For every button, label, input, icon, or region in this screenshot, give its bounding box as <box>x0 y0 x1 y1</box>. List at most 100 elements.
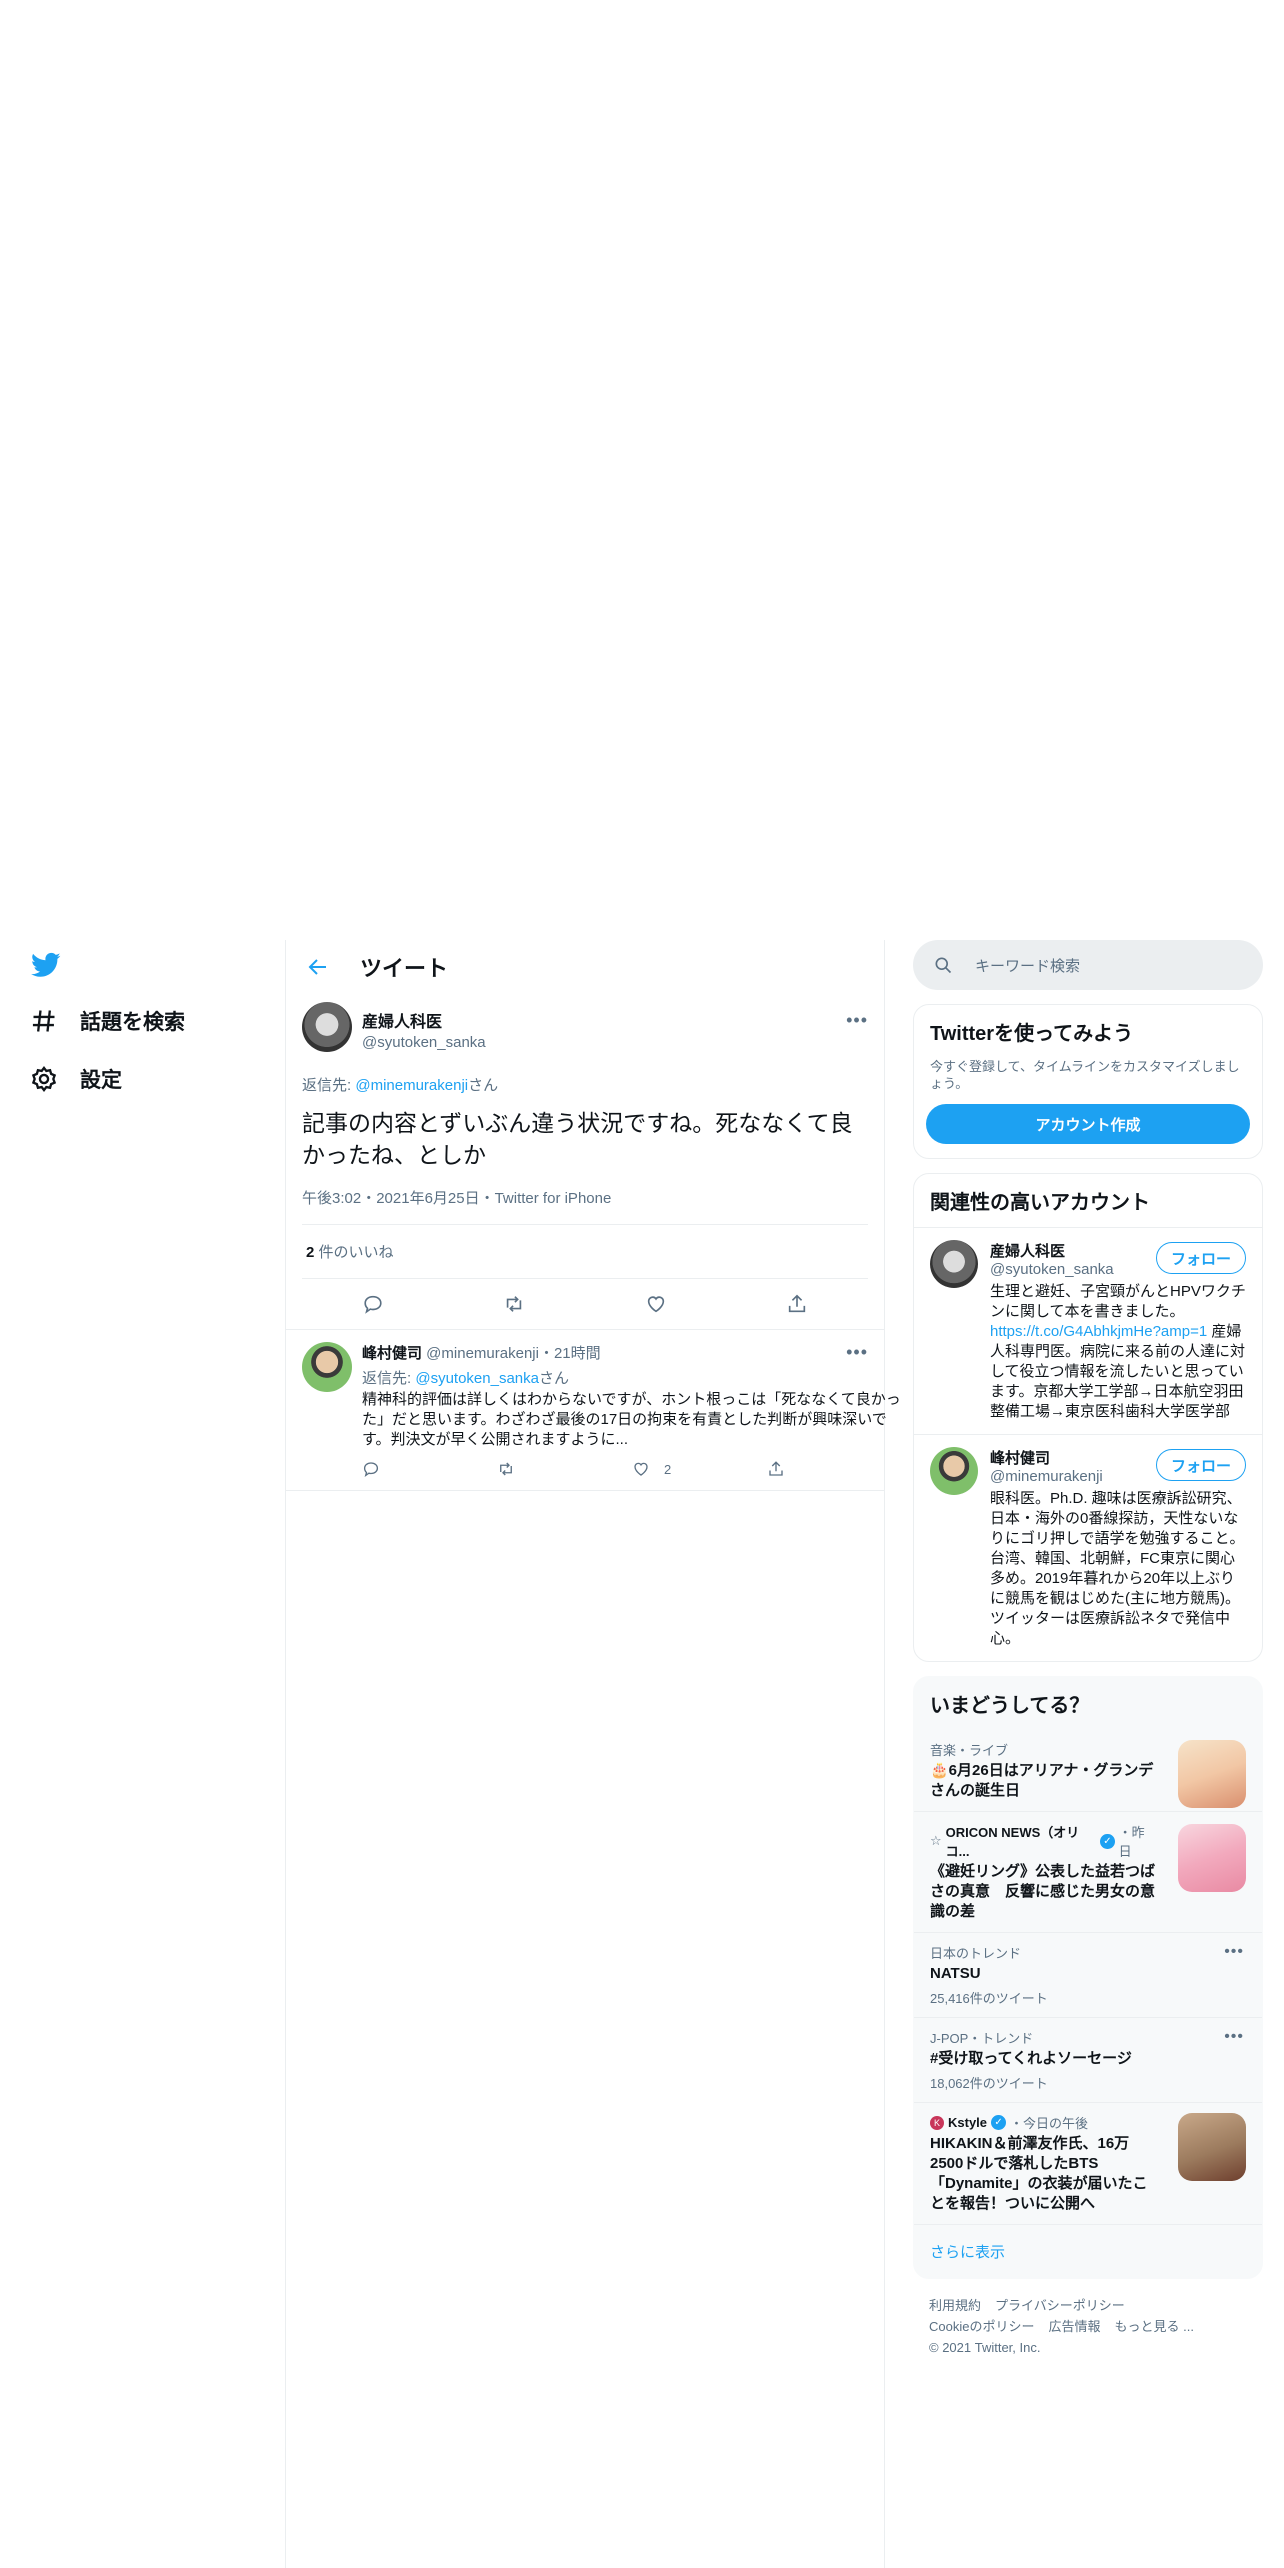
follow-button[interactable]: フォロー <box>1155 1242 1246 1274</box>
avatar[interactable] <box>930 1240 978 1288</box>
search-icon <box>935 957 952 974</box>
reply-button[interactable] <box>362 1460 497 1478</box>
reply-actions: 2 <box>362 1460 902 1478</box>
sidebar: キーワード検索 Twitterを使ってみよう 今すぐ登録して、タイムラインをカス… <box>913 940 1263 2374</box>
nav-settings[interactable]: 設定 <box>30 1064 122 1094</box>
more-options-icon[interactable]: ••• <box>1224 1943 1244 1961</box>
tweet-timestamp[interactable]: 午後3:02・2021年6月25日・Twitter for iPhone <box>302 1187 868 1225</box>
footer: 利用規約 プライバシーポリシー Cookieのポリシー 広告情報 もっと見る ... … <box>913 2279 1263 2374</box>
trend-context: 日本のトレンド <box>930 1946 1022 1961</box>
show-more-link[interactable]: さらに表示 <box>914 2224 1262 2278</box>
create-account-button[interactable]: アカウント作成 <box>926 1104 1250 1144</box>
reply-to-link[interactable]: @minemurakenji <box>355 1077 468 1094</box>
retweet-icon <box>500 1462 512 1476</box>
author-handle[interactable]: @syutoken_sanka <box>362 1034 486 1051</box>
like-icon[interactable] <box>645 1293 667 1315</box>
like-button[interactable]: 2 <box>632 1460 767 1478</box>
footer-link[interactable]: Cookieのポリシー <box>929 2319 1034 2334</box>
likes-label: 件のいいね <box>314 1244 394 1261</box>
trend-source: Kstyle <box>948 2115 988 2130</box>
likes-count[interactable]: 2 件のいいね <box>302 1225 868 1279</box>
trend-item[interactable]: ☆ ORICON NEWS（オリコ... ✓ ・昨日 《避妊リング》公表した益若つばさ… <box>914 1811 1262 1932</box>
signup-title: Twitterを使ってみよう <box>930 1023 1134 1045</box>
back-arrow-icon[interactable] <box>306 955 330 979</box>
reply-suffix: さん <box>468 1077 499 1094</box>
bio-link[interactable]: https://t.co/G4AbhkjmHe?amp=1 <box>990 1323 1207 1340</box>
verified-icon: ✓ <box>991 2115 1007 2130</box>
search-box[interactable]: キーワード検索 <box>913 940 1263 990</box>
reply-author-name[interactable]: 峰村健司 <box>362 1345 422 1362</box>
reply-author-line: 峰村健司 @minemurakenji・21時間 <box>362 1342 902 1363</box>
trend-time: ・今日の午後 <box>1010 2116 1089 2131</box>
reply-tweet[interactable]: 峰村健司 @minemurakenji・21時間 返信先: @syutoken_… <box>286 1330 901 1491</box>
reply-text: 精神科的評価は詳しくはわからないですが、ホント根っこは「死ななくて良かった」だと… <box>362 1391 901 1448</box>
author-name[interactable]: 産婦人科医 <box>362 1008 486 1032</box>
copyright: © 2021 Twitter, Inc. <box>929 2340 1041 2355</box>
footer-link[interactable]: もっと見る ... <box>1114 2319 1193 2334</box>
trend-title: NATSU <box>930 1965 981 1982</box>
account-item[interactable]: 峰村健司 @minemurakenji 眼科医。Ph.D. 趣味は医療訴訟研究、… <box>914 1434 1262 1661</box>
tweet-author-row: 産婦人科医 @syutoken_sanka ••• <box>302 1002 868 1058</box>
tweet-text: 記事の内容とずいぶん違う状況ですね。死ななくて良かったね、としか <box>302 1110 853 1168</box>
reply-prefix: 返信先: <box>302 1077 356 1094</box>
avatar[interactable] <box>302 1002 352 1052</box>
retweet-button[interactable] <box>497 1460 632 1478</box>
trend-item[interactable]: J-POP・トレンド #受け取ってくれよソーセージ 18,062件のツイート •… <box>914 2017 1262 2102</box>
main-tweet: 産婦人科医 @syutoken_sanka ••• 返信先: @minemura… <box>286 994 884 1330</box>
like-icon <box>634 1462 648 1476</box>
share-button[interactable] <box>767 1460 902 1478</box>
more-options-icon[interactable]: ••• <box>846 1342 868 1363</box>
avatar[interactable] <box>930 1447 978 1495</box>
reply-icon[interactable] <box>362 1293 384 1315</box>
footer-link[interactable]: プライバシーポリシー <box>995 2298 1125 2313</box>
nav-explore-label: 話題を検索 <box>80 1011 185 1034</box>
trend-context: K Kstyle ✓ ・今日の午後 <box>930 2113 1156 2132</box>
trend-thumbnail <box>1178 2113 1246 2181</box>
reply-to-link[interactable]: @syutoken_sanka <box>415 1370 539 1387</box>
share-icon[interactable] <box>786 1293 808 1315</box>
trend-source: ORICON NEWS（オリコ... <box>945 1825 1080 1859</box>
trend-title: 🎂6月26日はアリアナ・グランデさんの誕生日 <box>930 1762 1154 1799</box>
relevant-accounts-card: 関連性の高いアカウント 産婦人科医 @syutoken_sanka 生理と避妊、… <box>913 1173 1263 1662</box>
nav-explore[interactable]: 話題を検索 <box>30 1006 185 1036</box>
reply-prefix: 返信先: <box>362 1370 416 1387</box>
trend-count: 18,062件のツイート <box>930 2076 1048 2091</box>
news-icon: ☆ <box>930 1833 942 1848</box>
gear-icon <box>31 1066 57 1092</box>
trend-thumbnail <box>1178 1824 1246 1892</box>
twitter-logo-icon[interactable] <box>30 950 62 980</box>
signup-card: Twitterを使ってみよう 今すぐ登録して、タイムラインをカスタマイズしましょ… <box>913 1004 1263 1159</box>
more-options-icon[interactable]: ••• <box>1224 2028 1244 2046</box>
trend-time: ・昨日 <box>1118 1825 1145 1859</box>
more-options-icon[interactable]: ••• <box>846 1010 868 1031</box>
column-header: ツイート <box>286 940 884 994</box>
trend-item[interactable]: 音楽・ライブ 🎂6月26日はアリアナ・グランデさんの誕生日 <box>914 1730 1262 1811</box>
follow-button[interactable]: フォロー <box>1155 1449 1246 1481</box>
trend-item[interactable]: K Kstyle ✓ ・今日の午後 HIKAKIN＆前澤友作氏、16万2500ドルで落… <box>914 2102 1262 2224</box>
signup-subtitle: 今すぐ登録して、タイムラインをカスタマイズしましょう。 <box>930 1059 1240 1091</box>
trend-title: 《避妊リング》公表した益若つばさの真意 反響に感じた男女の意識の差 <box>930 1863 1156 1920</box>
relevant-title: 関連性の高いアカウント <box>930 1192 1150 1214</box>
account-bio: 生理と避妊、子宮頸がんとHPVワクチンに関して本を書きました。 https://t… <box>990 1282 1246 1422</box>
trend-context: ☆ ORICON NEWS（オリコ... ✓ ・昨日 <box>930 1822 1156 1860</box>
account-bio: 眼科医。Ph.D. 趣味は医療訴訟研究、日本・海外の0番線探訪，天性ないなりにゴ… <box>990 1490 1245 1647</box>
trends-card: いまどうしてる？ 音楽・ライブ 🎂6月26日はアリアナ・グランデさんの誕生日 ☆… <box>913 1676 1263 2279</box>
reply-to-line: 返信先: @syutoken_sankaさん <box>362 1367 902 1388</box>
account-item[interactable]: 産婦人科医 @syutoken_sanka 生理と避妊、子宮頸がんとHPVワクチ… <box>914 1227 1262 1434</box>
footer-link[interactable]: 利用規約 <box>929 2298 981 2313</box>
footer-link[interactable]: 広告情報 <box>1048 2319 1100 2334</box>
nav-settings-label: 設定 <box>80 1069 122 1092</box>
avatar[interactable] <box>302 1342 352 1392</box>
reply-to-line: 返信先: @minemurakenjiさん <box>302 1074 868 1095</box>
retweet-icon[interactable] <box>503 1293 525 1315</box>
trend-thumbnail <box>1178 1740 1246 1808</box>
verified-icon: ✓ <box>1100 1833 1115 1849</box>
bio-text: 生理と避妊、子宮頸がんとHPVワクチンに関して本を書きました。 <box>990 1283 1246 1320</box>
trend-context: J-POP・トレンド <box>930 2031 1034 2046</box>
page-title: ツイート <box>360 956 449 981</box>
trends-title: いまどうしてる？ <box>930 1695 1090 1717</box>
trend-item[interactable]: 日本のトレンド NATSU 25,416件のツイート ••• <box>914 1932 1262 2017</box>
trend-title: #受け取ってくれよソーセージ <box>930 2050 1132 2067</box>
search-input[interactable]: キーワード検索 <box>975 955 1080 976</box>
like-count: 2 <box>664 1461 672 1477</box>
